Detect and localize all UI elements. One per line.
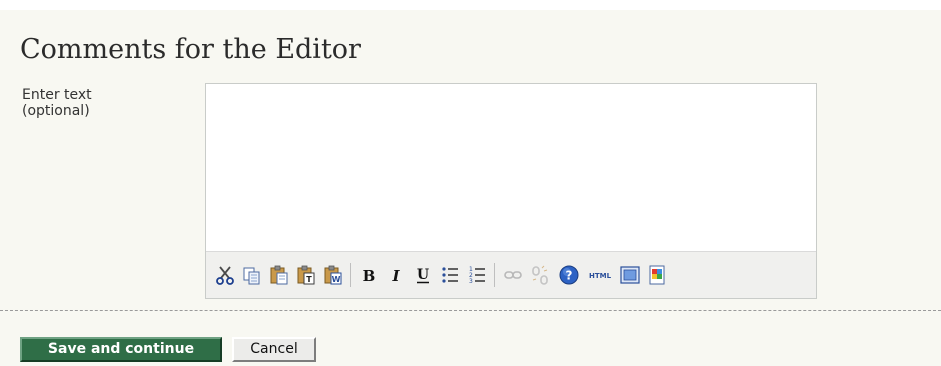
svg-text:U: U xyxy=(417,267,429,283)
svg-text:B: B xyxy=(363,267,376,285)
comments-label-line1: Enter text xyxy=(22,87,92,103)
svg-text:3: 3 xyxy=(469,278,473,285)
link-icon[interactable] xyxy=(502,264,524,286)
svg-text:T: T xyxy=(306,275,312,284)
underline-icon[interactable]: U xyxy=(412,264,434,286)
paste-text-icon[interactable]: T xyxy=(295,264,317,286)
help-icon[interactable]: ? xyxy=(558,264,580,286)
editor-toolbar: T W B I U 1 2 3 ? HTML xyxy=(206,251,816,298)
svg-text:I: I xyxy=(391,267,400,285)
bold-icon[interactable]: B xyxy=(358,264,380,286)
toolbar-separator xyxy=(494,263,495,287)
fullscreen-icon[interactable] xyxy=(619,264,641,286)
svg-text:W: W xyxy=(332,275,341,284)
comments-label-line2: (optional) xyxy=(22,103,90,119)
scissors-icon[interactable] xyxy=(214,264,236,286)
paste-icon[interactable] xyxy=(268,264,290,286)
comments-textarea[interactable] xyxy=(206,84,816,251)
unlink-icon[interactable] xyxy=(529,264,551,286)
section-divider xyxy=(0,310,941,311)
paste-word-icon[interactable]: W xyxy=(322,264,344,286)
toolbar-separator xyxy=(350,263,351,287)
rich-text-editor: T W B I U 1 2 3 ? HTML xyxy=(205,83,817,299)
comments-field-label: Enter text (optional) xyxy=(22,87,182,119)
italic-icon[interactable]: I xyxy=(385,264,407,286)
svg-text:?: ? xyxy=(566,269,573,283)
numbered-list-icon[interactable]: 1 2 3 xyxy=(466,264,488,286)
section-title: Comments for the Editor xyxy=(20,34,361,65)
comments-section: Comments for the Editor Enter text (opti… xyxy=(0,10,941,366)
svg-text:HTML: HTML xyxy=(589,272,612,280)
html-icon[interactable]: HTML xyxy=(585,264,615,286)
bullet-list-icon[interactable] xyxy=(439,264,461,286)
save-and-continue-button[interactable]: Save and continue xyxy=(20,337,222,362)
cancel-button[interactable]: Cancel xyxy=(232,337,316,362)
copy-icon[interactable] xyxy=(241,264,263,286)
image-icon[interactable] xyxy=(646,264,668,286)
